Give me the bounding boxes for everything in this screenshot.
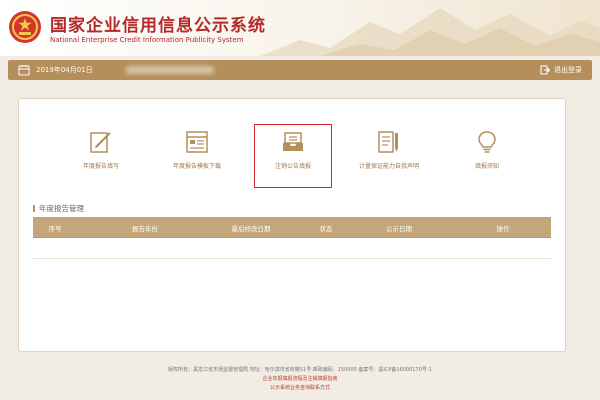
footer-copyright: 版权所有：黑龙江省市场监督管理局 地址：哈尔滨市省府路51号 邮政编码：1500… xyxy=(168,367,432,373)
column-header: 最后修改日期 xyxy=(231,225,271,233)
column-header: 报告年份 xyxy=(132,225,158,233)
column-header: 序号 xyxy=(48,225,62,233)
logout-label: 退出登录 xyxy=(554,66,582,74)
tile-label: 年度报告模板下载 xyxy=(172,163,221,170)
report-table-header: 序号 报告年份 最后修改日期 状态 公示日期 操作 xyxy=(33,217,551,238)
inbox-tray-icon xyxy=(283,132,303,151)
pencil-note-icon xyxy=(90,132,111,153)
annual-report-section-title: 年度报告管理 xyxy=(33,203,84,214)
footer-link-contact[interactable]: 公示系统业务咨询联系方式 xyxy=(0,384,600,393)
main-panel: 年度报告填写 年度报告模板下载 注销公告填报 计量保证能力自我声明 填报须知 年… xyxy=(18,98,566,352)
site-subtitle-english: National Enterprise Credit Information P… xyxy=(50,36,244,44)
document-template-icon xyxy=(186,131,208,153)
tile-template-download[interactable]: 年度报告模板下载 xyxy=(157,129,237,187)
blurred-enterprise-name xyxy=(126,66,214,74)
page-footer: 版权所有：黑龙江省市场监督管理局 地址：哈尔滨市省府路51号 邮政编码：1500… xyxy=(0,366,600,393)
tile-label: 填报须知 xyxy=(474,163,499,170)
tile-deregistration-notice[interactable]: 注销公告填报 xyxy=(254,124,332,188)
lightbulb-icon xyxy=(478,131,496,153)
national-emblem-icon xyxy=(9,11,41,43)
site-title: 国家企业信用信息公示系统 xyxy=(50,16,266,36)
tile-annual-report-fill[interactable]: 年度报告填写 xyxy=(61,129,141,187)
calendar-icon xyxy=(18,65,30,76)
tile-label: 注销公告填报 xyxy=(274,163,311,170)
user-status-bar: 2019年04月01日 退出登录 xyxy=(8,60,592,80)
report-table-empty-body xyxy=(33,238,551,259)
logout-button[interactable]: 退出登录 xyxy=(540,62,582,78)
tile-label: 年度报告填写 xyxy=(82,163,119,170)
tile-filing-instructions[interactable]: 填报须知 xyxy=(447,129,527,187)
logout-icon xyxy=(540,65,550,75)
tile-measurement-declaration[interactable]: 计量保证能力自我声明 xyxy=(349,129,429,187)
site-header: 国家企业信用信息公示系统 National Enterprise Credit … xyxy=(0,0,600,56)
current-date: 2019年04月01日 xyxy=(36,66,93,74)
footer-link-guide[interactable]: 企业年报填报流程及注销填报指南 xyxy=(0,375,600,384)
column-header: 公示日期 xyxy=(386,225,412,233)
document-pencil-icon xyxy=(378,131,398,153)
tile-label: 计量保证能力自我声明 xyxy=(358,163,419,170)
mountains-background-decoration xyxy=(260,8,600,56)
column-header: 状态 xyxy=(319,225,333,233)
column-header: 操作 xyxy=(496,225,510,233)
